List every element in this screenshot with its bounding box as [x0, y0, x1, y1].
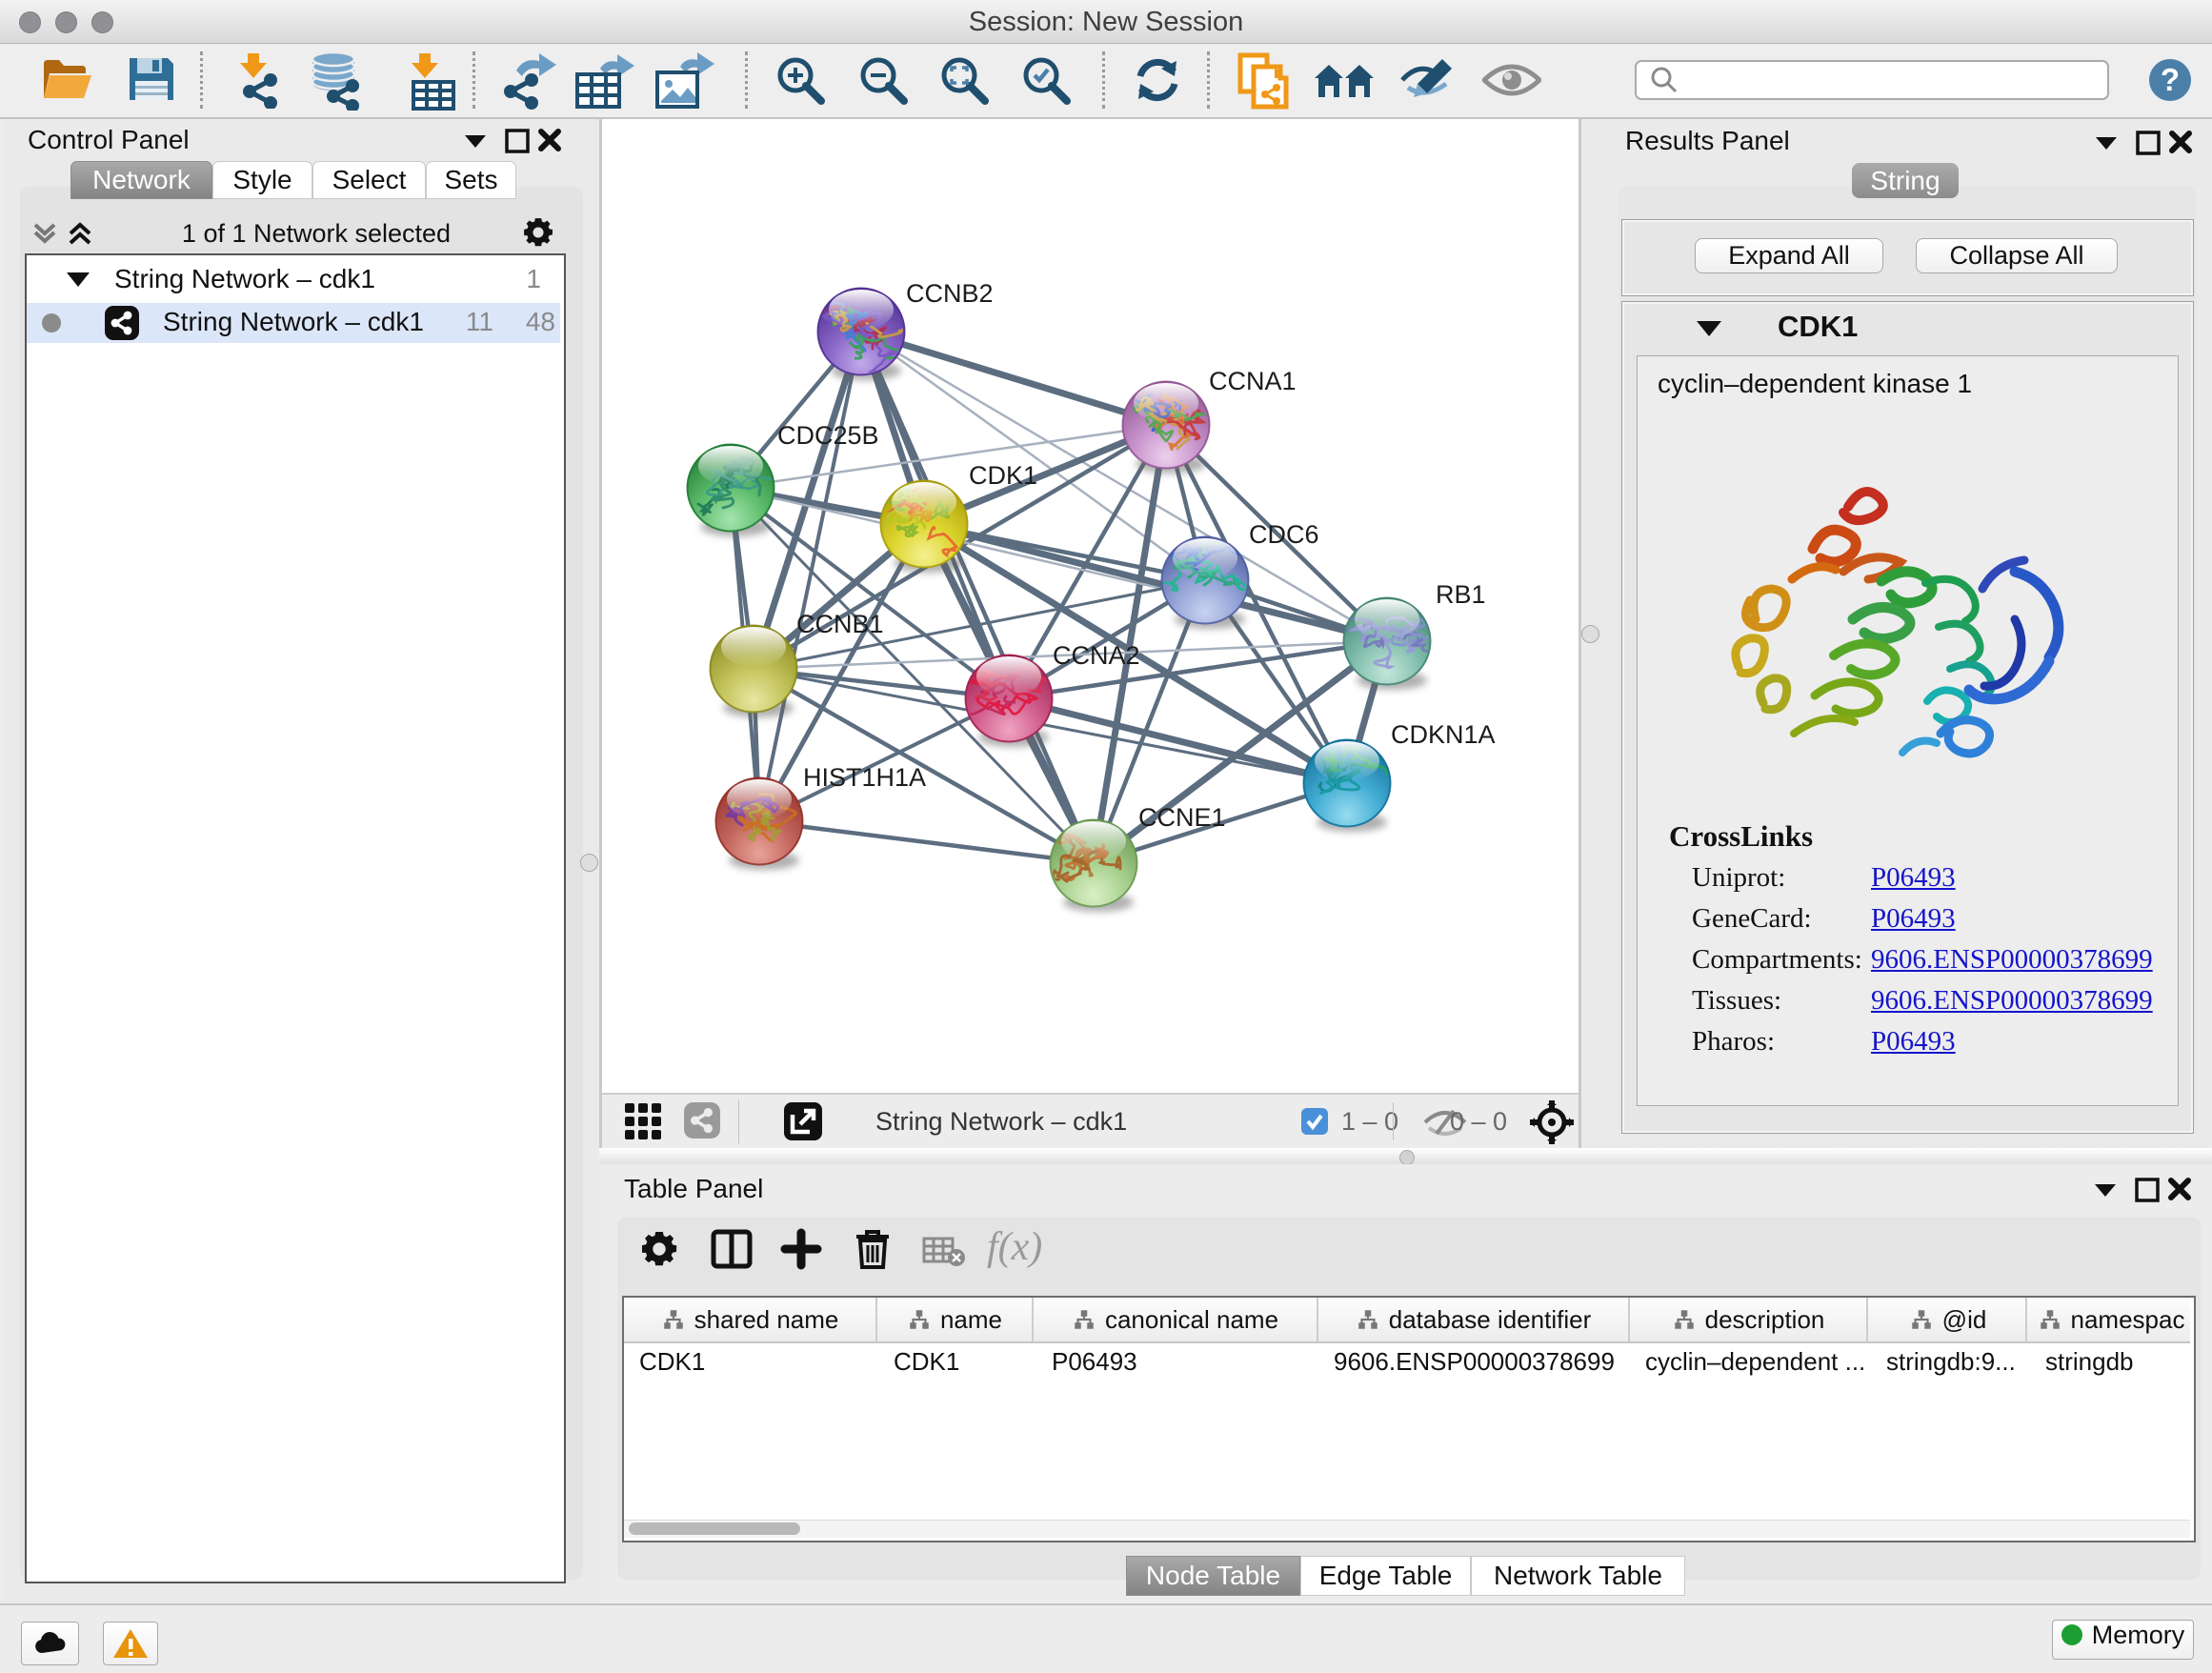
svg-text:CDC6: CDC6: [1249, 520, 1319, 549]
svg-text:CDK1: CDK1: [969, 461, 1037, 490]
svg-text:CDKN1A: CDKN1A: [1391, 720, 1496, 749]
svg-text:CCNA2: CCNA2: [1053, 641, 1140, 670]
svg-text:CCNE1: CCNE1: [1138, 803, 1226, 832]
svg-text:RB1: RB1: [1436, 580, 1486, 609]
svg-text:CCNB2: CCNB2: [906, 279, 994, 308]
svg-text:CDC25B: CDC25B: [777, 421, 879, 450]
svg-text:CCNB1: CCNB1: [796, 610, 884, 638]
svg-text:CCNA1: CCNA1: [1209, 367, 1297, 395]
svg-text:HIST1H1A: HIST1H1A: [803, 763, 926, 792]
